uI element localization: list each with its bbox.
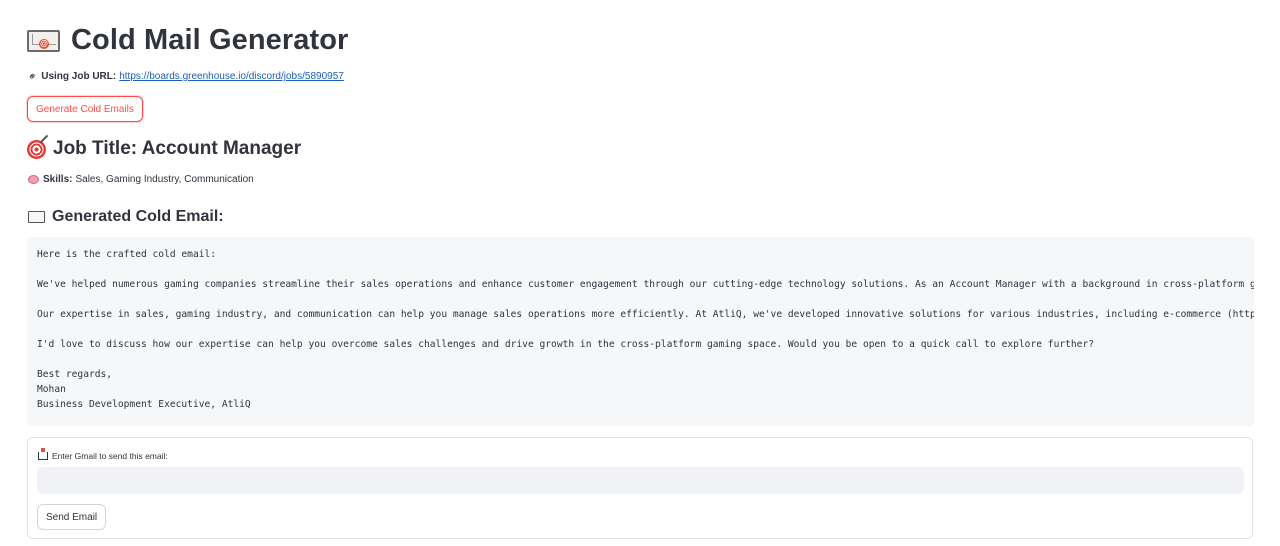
job-url-line: ⚭ Using Job URL: https://boards.greenhou… — [25, 69, 344, 85]
job-url-link[interactable]: https://boards.greenhouse.io/discord/job… — [119, 71, 344, 82]
generate-cold-emails-button[interactable]: Generate Cold Emails — [27, 96, 143, 122]
email-line: I'd love to discuss how our expertise ca… — [37, 339, 1094, 350]
generated-email-heading: Generated Cold Email: — [52, 208, 224, 225]
email-line: Our expertise in sales, gaming industry,… — [37, 309, 1254, 320]
page-title: Cold Mail Generator — [71, 24, 349, 56]
job-title: Job Title: Account Manager — [53, 138, 302, 159]
envelope-icon — [28, 211, 45, 223]
send-email-button[interactable]: Send Email — [37, 504, 107, 530]
job-url-label: Using Job URL: — [41, 71, 117, 82]
email-line: Here is the crafted cold email: — [37, 249, 217, 260]
generated-email-heading-row: Generated Cold Email: — [28, 208, 224, 226]
gmail-input[interactable] — [37, 467, 1244, 494]
gmail-field-label: Enter Gmail to send this email: — [52, 451, 168, 461]
skills-value: Sales, Gaming Industry, Communication — [75, 174, 254, 185]
title-row: @ Cold Mail Generator — [27, 24, 348, 57]
email-line: Business Development Executive, AtliQ — [37, 399, 251, 410]
skills-label: Skills: — [43, 174, 73, 185]
brain-icon — [28, 175, 39, 184]
email-line: We've helped numerous gaming companies s… — [37, 279, 1254, 290]
inbox-tray-icon — [38, 448, 48, 460]
gmail-field-label-row: Enter Gmail to send this email: — [38, 448, 168, 461]
email-line: Mohan — [37, 384, 66, 395]
send-email-form: Enter Gmail to send this email: Send Ema… — [27, 437, 1253, 539]
paperclip-icon: ⚭ — [25, 69, 41, 85]
email-line: Best regards, — [37, 369, 113, 380]
job-title-row: Job Title: Account Manager — [27, 138, 301, 160]
target-icon — [27, 139, 46, 159]
generated-email-code-block[interactable]: Here is the crafted cold email: We've he… — [27, 237, 1254, 426]
skills-row: Skills: Sales, Gaming Industry, Communic… — [28, 174, 254, 185]
envelope-with-at-icon: @ — [27, 29, 60, 52]
